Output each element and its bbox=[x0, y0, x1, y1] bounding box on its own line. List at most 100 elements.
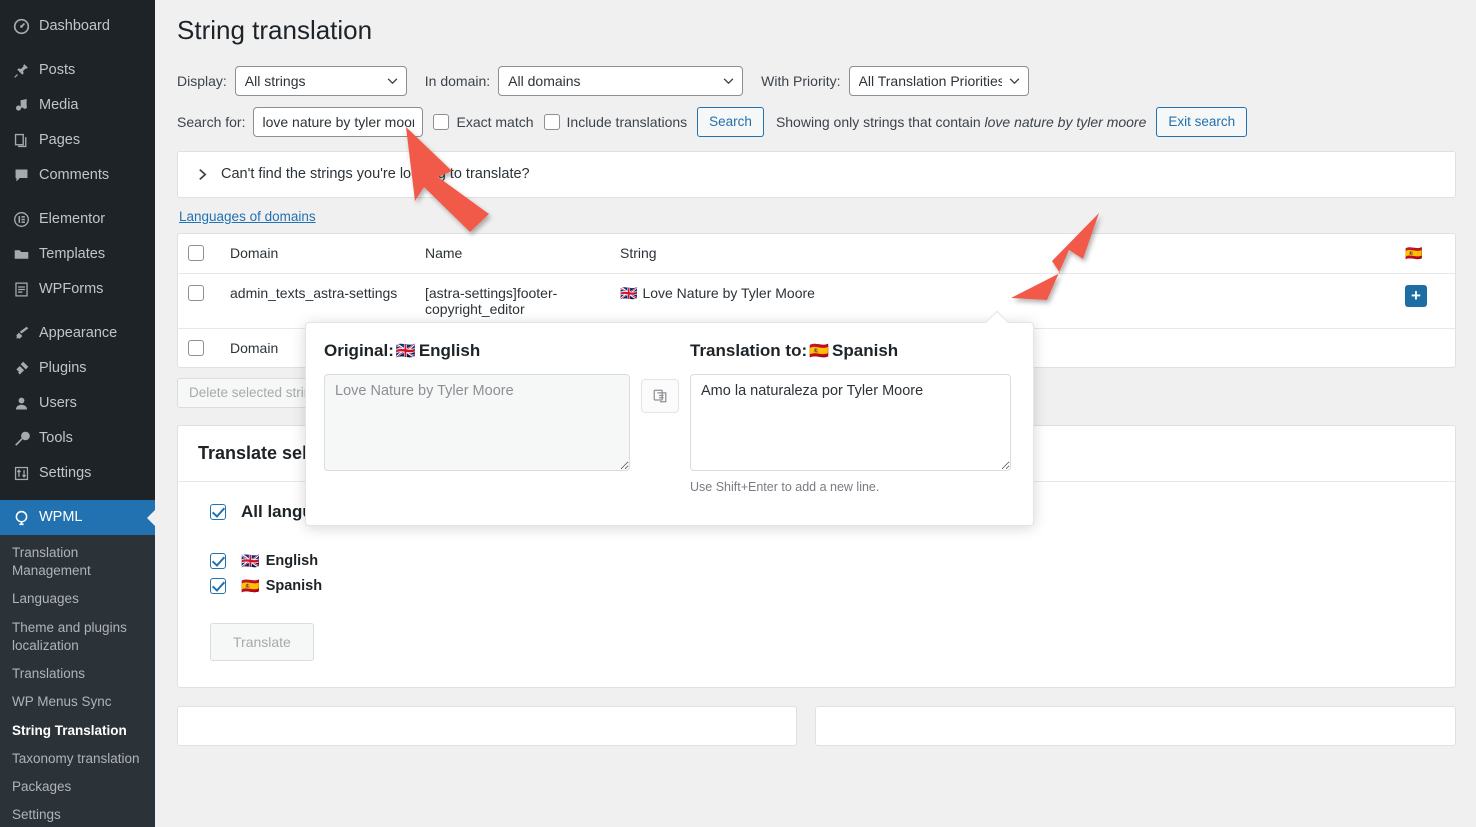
english-label: English bbox=[266, 553, 318, 569]
cant-find-strings-accordion[interactable]: Can't find the strings you're looking to… bbox=[177, 151, 1456, 198]
submenu-item-string-translation[interactable]: String Translation bbox=[0, 717, 155, 745]
copy-icon bbox=[652, 388, 668, 404]
sidebar-item-label: Users bbox=[34, 396, 77, 411]
bottom-panel-left bbox=[177, 706, 797, 746]
submenu-item-languages[interactable]: Languages bbox=[0, 585, 155, 613]
menu-separator bbox=[0, 44, 155, 53]
add-translation-button[interactable]: + bbox=[1405, 285, 1427, 307]
translate-button[interactable]: Translate bbox=[210, 623, 314, 661]
sidebar-item-label: Media bbox=[34, 98, 79, 113]
sidebar-item-templates[interactable]: Templates bbox=[0, 237, 155, 272]
submenu-item-translations[interactable]: Translations bbox=[0, 660, 155, 688]
showing-note-prefix: Showing only strings that contain bbox=[776, 114, 981, 130]
folder-icon bbox=[8, 246, 34, 263]
header-string[interactable]: String bbox=[610, 234, 1395, 274]
elementor-icon bbox=[8, 211, 34, 228]
languages-of-domains-link[interactable]: Languages of domains bbox=[179, 209, 316, 224]
admin-sidebar: Dashboard Posts Media Pages Comments Ele… bbox=[0, 0, 155, 827]
sidebar-item-settings[interactable]: Settings bbox=[0, 456, 155, 491]
wpforms-icon bbox=[8, 281, 34, 298]
brush-icon bbox=[8, 325, 34, 342]
popup-copy-column bbox=[630, 341, 690, 494]
submenu-item-taxonomy-translation[interactable]: Taxonomy translation bbox=[0, 745, 155, 773]
sidebar-item-label: Elementor bbox=[34, 212, 105, 227]
row-checkbox[interactable] bbox=[188, 285, 204, 301]
sidebar-item-wpforms[interactable]: WPForms bbox=[0, 272, 155, 307]
sidebar-item-label: WPForms bbox=[34, 282, 103, 297]
select-all-checkbox-footer[interactable] bbox=[188, 340, 204, 356]
spanish-label: Spanish bbox=[266, 578, 322, 594]
spanish-checkbox[interactable] bbox=[210, 578, 226, 594]
domain-select-wrap: All domains bbox=[498, 66, 743, 96]
submenu-item-translation-management[interactable]: Translation Management bbox=[0, 539, 155, 585]
select-all-header bbox=[178, 234, 220, 274]
original-language: English bbox=[419, 341, 480, 360]
filter-row-selects: Display: All strings In domain: All doma… bbox=[177, 66, 1456, 96]
search-input[interactable] bbox=[253, 107, 423, 137]
search-button[interactable]: Search bbox=[697, 107, 764, 137]
priority-select-wrap: All Translation Priorities bbox=[849, 66, 1029, 96]
display-select-wrap: All strings bbox=[235, 66, 407, 96]
header-name[interactable]: Name bbox=[415, 234, 610, 274]
exit-search-button[interactable]: Exit search bbox=[1156, 107, 1247, 137]
page-title: String translation bbox=[177, 14, 1456, 48]
table-row: admin_texts_astra-settings [astra-settin… bbox=[178, 274, 1455, 329]
sidebar-item-pages[interactable]: Pages bbox=[0, 123, 155, 158]
sidebar-item-elementor[interactable]: Elementor bbox=[0, 202, 155, 237]
translation-text-area[interactable] bbox=[690, 374, 1011, 471]
wpml-submenu: Translation Management Languages Theme a… bbox=[0, 535, 155, 827]
popup-original-heading: Original:🇬🇧English bbox=[324, 341, 630, 361]
sidebar-item-wpml[interactable]: WPML bbox=[0, 500, 155, 535]
sidebar-item-users[interactable]: Users bbox=[0, 386, 155, 421]
popup-translation-column: Translation to:🇪🇸Spanish Use Shift+Enter… bbox=[690, 341, 1011, 494]
sidebar-item-media[interactable]: Media bbox=[0, 88, 155, 123]
comments-icon bbox=[8, 167, 34, 184]
table-header-row: Domain Name String 🇪🇸 bbox=[178, 234, 1455, 274]
menu-separator bbox=[0, 491, 155, 500]
pages-icon bbox=[8, 132, 34, 149]
sidebar-item-plugins[interactable]: Plugins bbox=[0, 351, 155, 386]
sidebar-item-label: Posts bbox=[34, 63, 75, 78]
row-select-cell bbox=[178, 274, 220, 329]
filters-area: Display: All strings In domain: All doma… bbox=[177, 66, 1456, 137]
submenu-item-packages[interactable]: Packages bbox=[0, 773, 155, 801]
priority-select[interactable]: All Translation Priorities bbox=[849, 66, 1029, 96]
translate-button-wrap: Translate bbox=[210, 623, 1435, 661]
submenu-item-wp-menus-sync[interactable]: WP Menus Sync bbox=[0, 688, 155, 716]
copy-original-button[interactable] bbox=[641, 379, 679, 413]
media-icon bbox=[8, 97, 34, 114]
english-flag-icon: 🇬🇧 bbox=[620, 285, 637, 301]
select-all-checkbox[interactable] bbox=[188, 245, 204, 261]
chevron-right-icon bbox=[196, 168, 209, 181]
wpml-icon bbox=[8, 509, 34, 526]
sidebar-item-label: Templates bbox=[34, 247, 105, 262]
include-translations-checkbox[interactable] bbox=[544, 114, 560, 130]
sliders-icon bbox=[8, 465, 34, 482]
wrench-icon bbox=[8, 430, 34, 447]
popup-original-column: Original:🇬🇧English bbox=[324, 341, 630, 494]
header-domain[interactable]: Domain bbox=[220, 234, 415, 274]
all-languages-checkbox[interactable] bbox=[210, 504, 226, 520]
user-icon bbox=[8, 395, 34, 412]
exact-match-checkbox[interactable] bbox=[433, 114, 449, 130]
translation-label: Translation to: bbox=[690, 341, 807, 360]
sidebar-item-label: WPML bbox=[34, 510, 83, 525]
submenu-item-settings[interactable]: Settings bbox=[0, 801, 155, 827]
display-select[interactable]: All strings bbox=[235, 66, 407, 96]
sidebar-item-tools[interactable]: Tools bbox=[0, 421, 155, 456]
sidebar-item-appearance[interactable]: Appearance bbox=[0, 316, 155, 351]
sidebar-item-comments[interactable]: Comments bbox=[0, 158, 155, 193]
sidebar-item-dashboard[interactable]: Dashboard bbox=[0, 9, 155, 44]
translation-language: Spanish bbox=[832, 341, 898, 360]
row-action-cell: + bbox=[1395, 274, 1455, 329]
sidebar-item-label: Settings bbox=[34, 466, 91, 481]
showing-note-term: love nature by tyler moore bbox=[985, 114, 1147, 130]
bottom-panel-right bbox=[815, 706, 1456, 746]
submenu-item-theme-and-plugins-localization[interactable]: Theme and plugins localization bbox=[0, 614, 155, 660]
footer-lang bbox=[1395, 329, 1455, 367]
row-string: Love Nature by Tyler Moore bbox=[642, 285, 815, 301]
original-text-area bbox=[324, 374, 630, 471]
sidebar-item-posts[interactable]: Posts bbox=[0, 53, 155, 88]
english-checkbox[interactable] bbox=[210, 553, 226, 569]
domain-select[interactable]: All domains bbox=[498, 66, 743, 96]
